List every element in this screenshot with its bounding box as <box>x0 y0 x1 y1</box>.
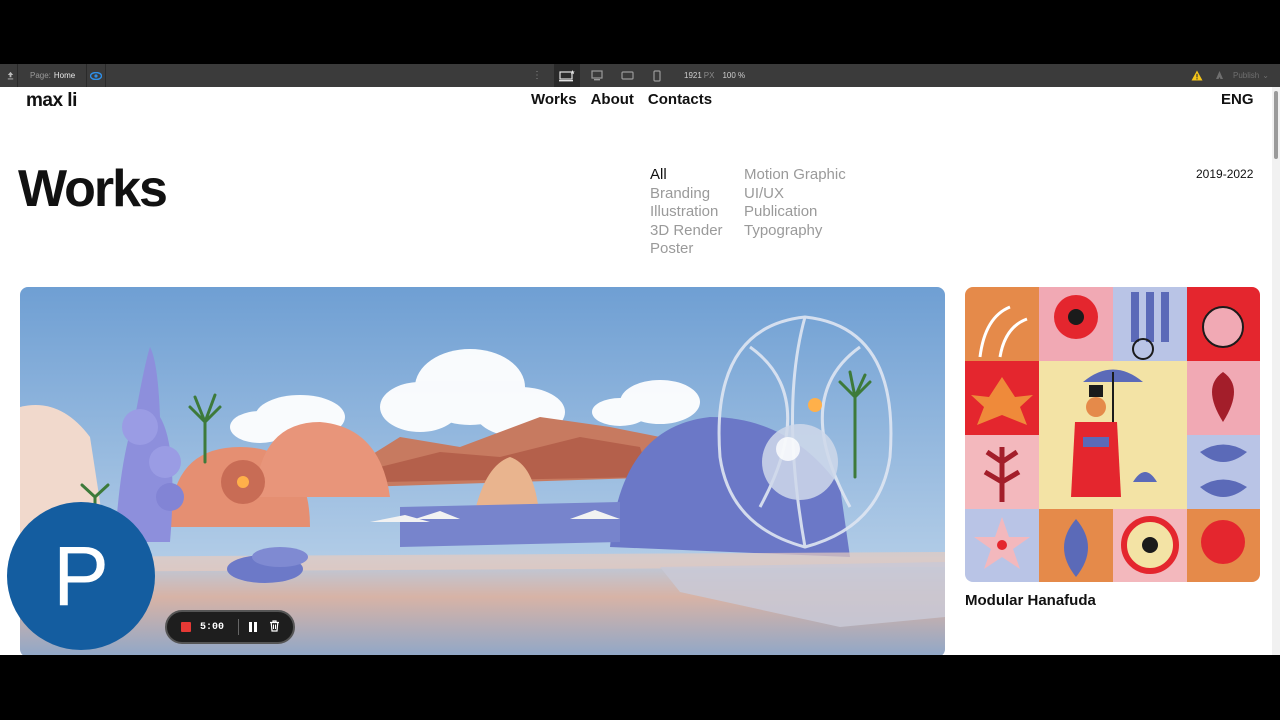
mobile-portrait-icon[interactable] <box>644 64 670 87</box>
tablet-landscape-icon[interactable] <box>614 64 640 87</box>
viewport-width: 1921 <box>684 71 702 80</box>
zoom-level[interactable]: 100 % <box>722 71 745 80</box>
filter-poster[interactable]: Poster <box>650 240 723 259</box>
nav-contacts[interactable]: Contacts <box>648 91 712 108</box>
filter-ui-ux[interactable]: UI/UX <box>744 185 846 204</box>
page-title: Works <box>18 160 168 218</box>
stop-recording-icon[interactable] <box>181 622 191 632</box>
avatar-letter: P <box>52 529 110 623</box>
warning-icon[interactable] <box>1188 64 1206 87</box>
main-nav: Works About Contacts <box>531 91 712 108</box>
viewport-unit: PX <box>703 71 715 80</box>
screen: Page: Home ⋮ 1921 PX 100 % Publish ⌄ max… <box>0 0 1280 720</box>
publish-button[interactable]: Publish ⌄ <box>1214 64 1276 87</box>
filter-all[interactable]: All <box>650 166 723 185</box>
page-label: Page: <box>30 71 51 80</box>
recording-timer: 5:00 <box>200 621 225 633</box>
filter-illustration[interactable]: Illustration <box>650 203 723 222</box>
page-selector[interactable]: Page: Home <box>22 64 84 87</box>
scrollbar-thumb[interactable] <box>1274 91 1278 159</box>
scrollbar[interactable] <box>1272 87 1280 655</box>
avatar[interactable]: P <box>7 502 155 650</box>
chevron-down-icon: ⌄ <box>1262 71 1269 80</box>
work-card-title[interactable]: Modular Hanafuda <box>965 592 1096 609</box>
nav-works[interactable]: Works <box>531 91 577 108</box>
filter-3d-render[interactable]: 3D Render <box>650 222 723 241</box>
site-logo[interactable]: max li <box>26 90 77 112</box>
filter-publication[interactable]: Publication <box>744 203 846 222</box>
desktop-breakpoint-icon[interactable] <box>584 64 610 87</box>
page-name: Home <box>53 71 76 80</box>
more-options-icon[interactable]: ⋮ <box>530 64 544 87</box>
editor-toolbar: Page: Home ⋮ 1921 PX 100 % Publish ⌄ <box>0 64 1280 87</box>
site-canvas: max li Works About Contacts ENG Works Al… <box>0 87 1272 655</box>
featured-work-image[interactable] <box>20 287 945 655</box>
recording-controls: 5:00 <box>165 610 295 644</box>
publish-label: Publish <box>1233 71 1260 80</box>
filter-column-1: All Branding Illustration 3D Render Post… <box>650 166 723 259</box>
upload-icon[interactable] <box>4 64 18 87</box>
work-card-image[interactable] <box>965 287 1260 582</box>
filter-column-2: Motion Graphic UI/UX Publication Typogra… <box>744 166 846 240</box>
divider <box>238 619 240 635</box>
pause-icon[interactable] <box>249 622 258 632</box>
viewport-readout: 1921 PX 100 % <box>684 64 745 87</box>
filter-motion-graphic[interactable]: Motion Graphic <box>744 166 846 185</box>
filter-branding[interactable]: Branding <box>650 185 723 204</box>
desktop-star-breakpoint-icon[interactable] <box>554 64 580 87</box>
nav-about[interactable]: About <box>591 91 634 108</box>
language-switch[interactable]: ENG <box>1221 91 1254 108</box>
preview-eye-icon[interactable] <box>86 64 106 87</box>
year-range: 2019-2022 <box>1196 167 1254 181</box>
filter-typography[interactable]: Typography <box>744 222 846 241</box>
trash-icon[interactable] <box>269 619 280 635</box>
rocket-icon <box>1216 71 1223 79</box>
